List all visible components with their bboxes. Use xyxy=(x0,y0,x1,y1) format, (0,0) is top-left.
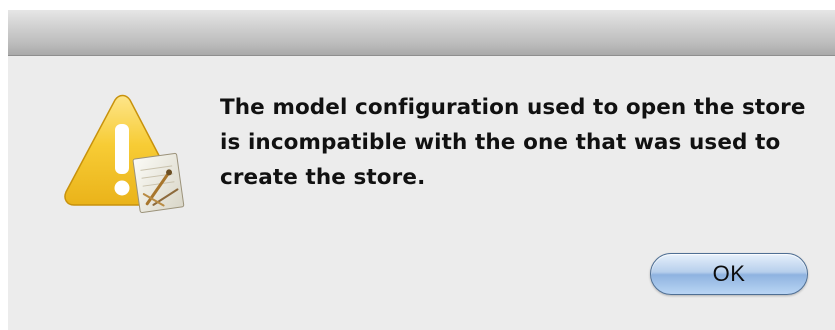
alert-dialog: The model configuration used to open the… xyxy=(8,10,835,330)
alert-message: The model configuration used to open the… xyxy=(220,95,806,190)
alert-warning-icon xyxy=(60,92,190,222)
screen: The model configuration used to open the… xyxy=(0,0,835,330)
ok-button-label: OK xyxy=(712,261,746,286)
ok-button[interactable]: OK xyxy=(650,253,808,295)
title-bar[interactable] xyxy=(8,10,835,56)
